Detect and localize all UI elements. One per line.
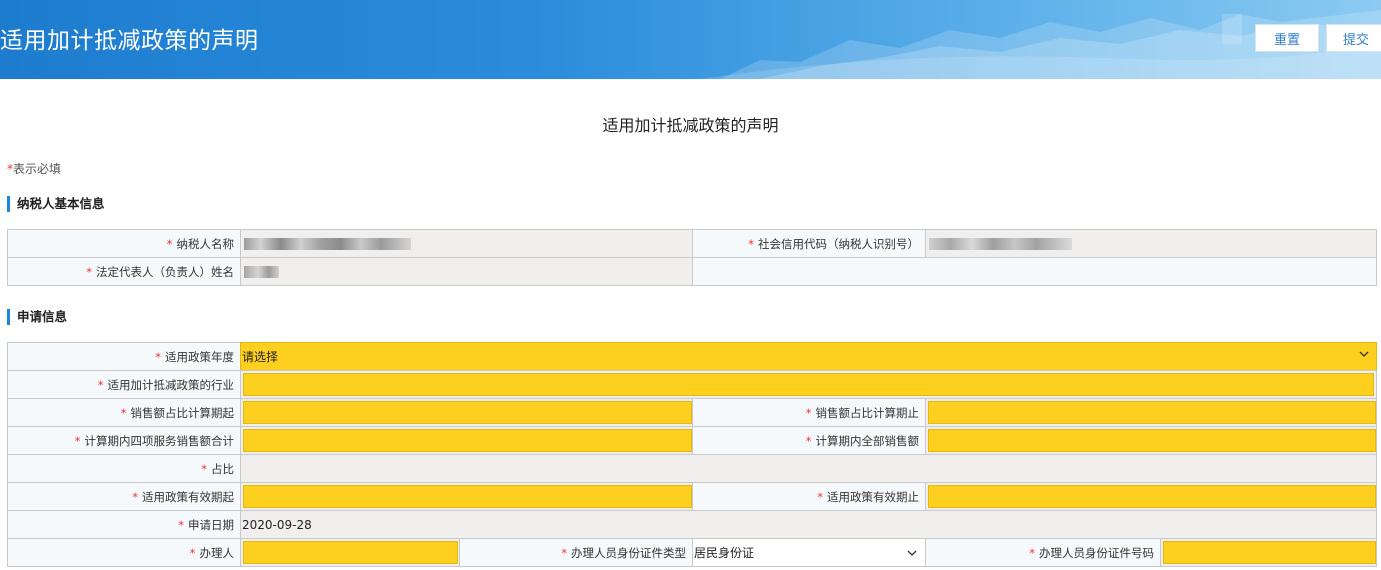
- policy-year-value: 请选择: [242, 350, 279, 364]
- required-star: *: [132, 489, 138, 504]
- redacted-legal-rep: [244, 266, 279, 278]
- effective-end-label-text: 适用政策有效期止: [827, 489, 919, 504]
- sales-ratio-start-label-text: 销售额占比计算期起: [130, 405, 235, 420]
- total-sales-label-text: 计算期内全部销售额: [815, 433, 920, 448]
- effective-start-cell: [240, 482, 693, 511]
- legal-rep-label-text: 法定代表人（负责人）姓名: [96, 264, 234, 279]
- policy-year-select[interactable]: 请选择: [240, 342, 1377, 371]
- handler-input[interactable]: [243, 541, 458, 564]
- industry-input[interactable]: [243, 373, 1374, 396]
- id-number-cell: [1160, 538, 1377, 567]
- required-star: *: [805, 405, 812, 420]
- sales-ratio-end-input[interactable]: [928, 401, 1376, 424]
- header-banner: 适用加计抵减政策的声明 重置 提交: [0, 0, 1381, 79]
- legal-rep-value: [240, 257, 693, 286]
- submit-button[interactable]: 提交: [1326, 24, 1381, 52]
- credit-code-label: * 社会信用代码（纳税人识别号）: [692, 229, 926, 258]
- handler-label-text: 办理人: [199, 545, 235, 560]
- effective-end-label: * 适用政策有效期止: [692, 482, 926, 511]
- sales-ratio-start-label: * 销售额占比计算期起: [7, 398, 241, 427]
- required-star: *: [561, 545, 567, 560]
- id-type-label-text: 办理人员身份证件类型: [571, 545, 686, 560]
- sales-ratio-start-cell: [240, 398, 693, 427]
- policy-year-label: * 适用政策年度: [7, 342, 241, 371]
- required-star: *: [817, 489, 823, 504]
- section-title-taxpayer: 纳税人基本信息: [7, 196, 105, 212]
- effective-start-input[interactable]: [243, 485, 692, 508]
- handler-label: * 办理人: [7, 538, 241, 567]
- required-star: *: [86, 264, 92, 279]
- sales-ratio-end-label: * 销售额占比计算期止: [692, 398, 926, 427]
- required-star: *: [166, 236, 173, 251]
- apply-date-label: * 申请日期: [7, 510, 241, 539]
- sales-ratio-end-cell: [925, 398, 1377, 427]
- legal-rep-label: * 法定代表人（负责人）姓名: [7, 257, 241, 286]
- policy-year-label-text: 适用政策年度: [165, 349, 234, 364]
- required-star: *: [1029, 545, 1035, 560]
- four-services-sales-input[interactable]: [243, 429, 692, 452]
- required-note-text: 表示必填: [13, 162, 62, 176]
- industry-cell: [240, 370, 1377, 399]
- effective-start-label: * 适用政策有效期起: [7, 482, 241, 511]
- four-services-sales-label-text: 计算期内四项服务销售额合计: [84, 433, 235, 448]
- taxpayer-name-label: * 纳税人名称: [7, 229, 241, 258]
- ratio-label-text: 占比: [211, 461, 234, 476]
- chevron-down-icon: [1359, 351, 1369, 357]
- id-number-input[interactable]: [1163, 541, 1376, 564]
- reset-button[interactable]: 重置: [1255, 24, 1319, 52]
- chevron-down-icon: [907, 550, 917, 556]
- ratio-label: * 占比: [7, 454, 241, 483]
- handler-cell: [240, 538, 460, 567]
- required-star: *: [201, 461, 207, 476]
- id-type-select[interactable]: 居民身份证: [692, 538, 926, 567]
- id-number-label: * 办理人员身份证件号码: [925, 538, 1161, 567]
- industry-label-text: 适用加计抵减政策的行业: [107, 377, 235, 392]
- empty-cell: [692, 257, 1377, 286]
- id-number-label-text: 办理人员身份证件号码: [1039, 545, 1154, 560]
- page-title: 适用加计抵减政策的声明: [602, 116, 779, 135]
- four-services-sales-cell: [240, 426, 693, 455]
- id-type-label: * 办理人员身份证件类型: [459, 538, 693, 567]
- effective-end-input[interactable]: [928, 485, 1376, 508]
- redacted-credit-code: [929, 238, 1072, 250]
- required-star: *: [748, 236, 754, 251]
- credit-code-value: [925, 229, 1377, 258]
- ratio-value: [240, 454, 1377, 483]
- required-note: *表示必填: [7, 160, 61, 177]
- id-type-value: 居民身份证: [694, 546, 755, 560]
- required-star: *: [189, 545, 196, 560]
- sales-ratio-end-label-text: 销售额占比计算期止: [815, 405, 920, 420]
- required-star: *: [155, 349, 161, 364]
- required-star: *: [74, 433, 81, 448]
- required-star: *: [805, 433, 812, 448]
- sales-ratio-start-input[interactable]: [243, 401, 692, 424]
- required-star: *: [97, 377, 104, 392]
- credit-code-label-text: 社会信用代码（纳税人识别号）: [758, 236, 919, 251]
- taxpayer-name-value: [240, 229, 693, 258]
- total-sales-cell: [925, 426, 1377, 455]
- four-services-sales-label: * 计算期内四项服务销售额合计: [7, 426, 241, 455]
- industry-label: * 适用加计抵减政策的行业: [7, 370, 241, 399]
- section-title-application: 申请信息: [7, 309, 67, 325]
- effective-end-cell: [925, 482, 1377, 511]
- apply-date-label-text: 申请日期: [188, 517, 234, 532]
- redacted-taxpayer-name: [244, 238, 411, 250]
- total-sales-label: * 计算期内全部销售额: [692, 426, 926, 455]
- apply-date-value: 2020-09-28: [240, 510, 1377, 539]
- required-star: *: [178, 517, 184, 532]
- effective-start-label-text: 适用政策有效期起: [142, 489, 234, 504]
- total-sales-input[interactable]: [928, 429, 1376, 452]
- taxpayer-name-label-text: 纳税人名称: [176, 236, 235, 251]
- header-title: 适用加计抵减政策的声明: [0, 28, 259, 54]
- required-star: *: [120, 405, 127, 420]
